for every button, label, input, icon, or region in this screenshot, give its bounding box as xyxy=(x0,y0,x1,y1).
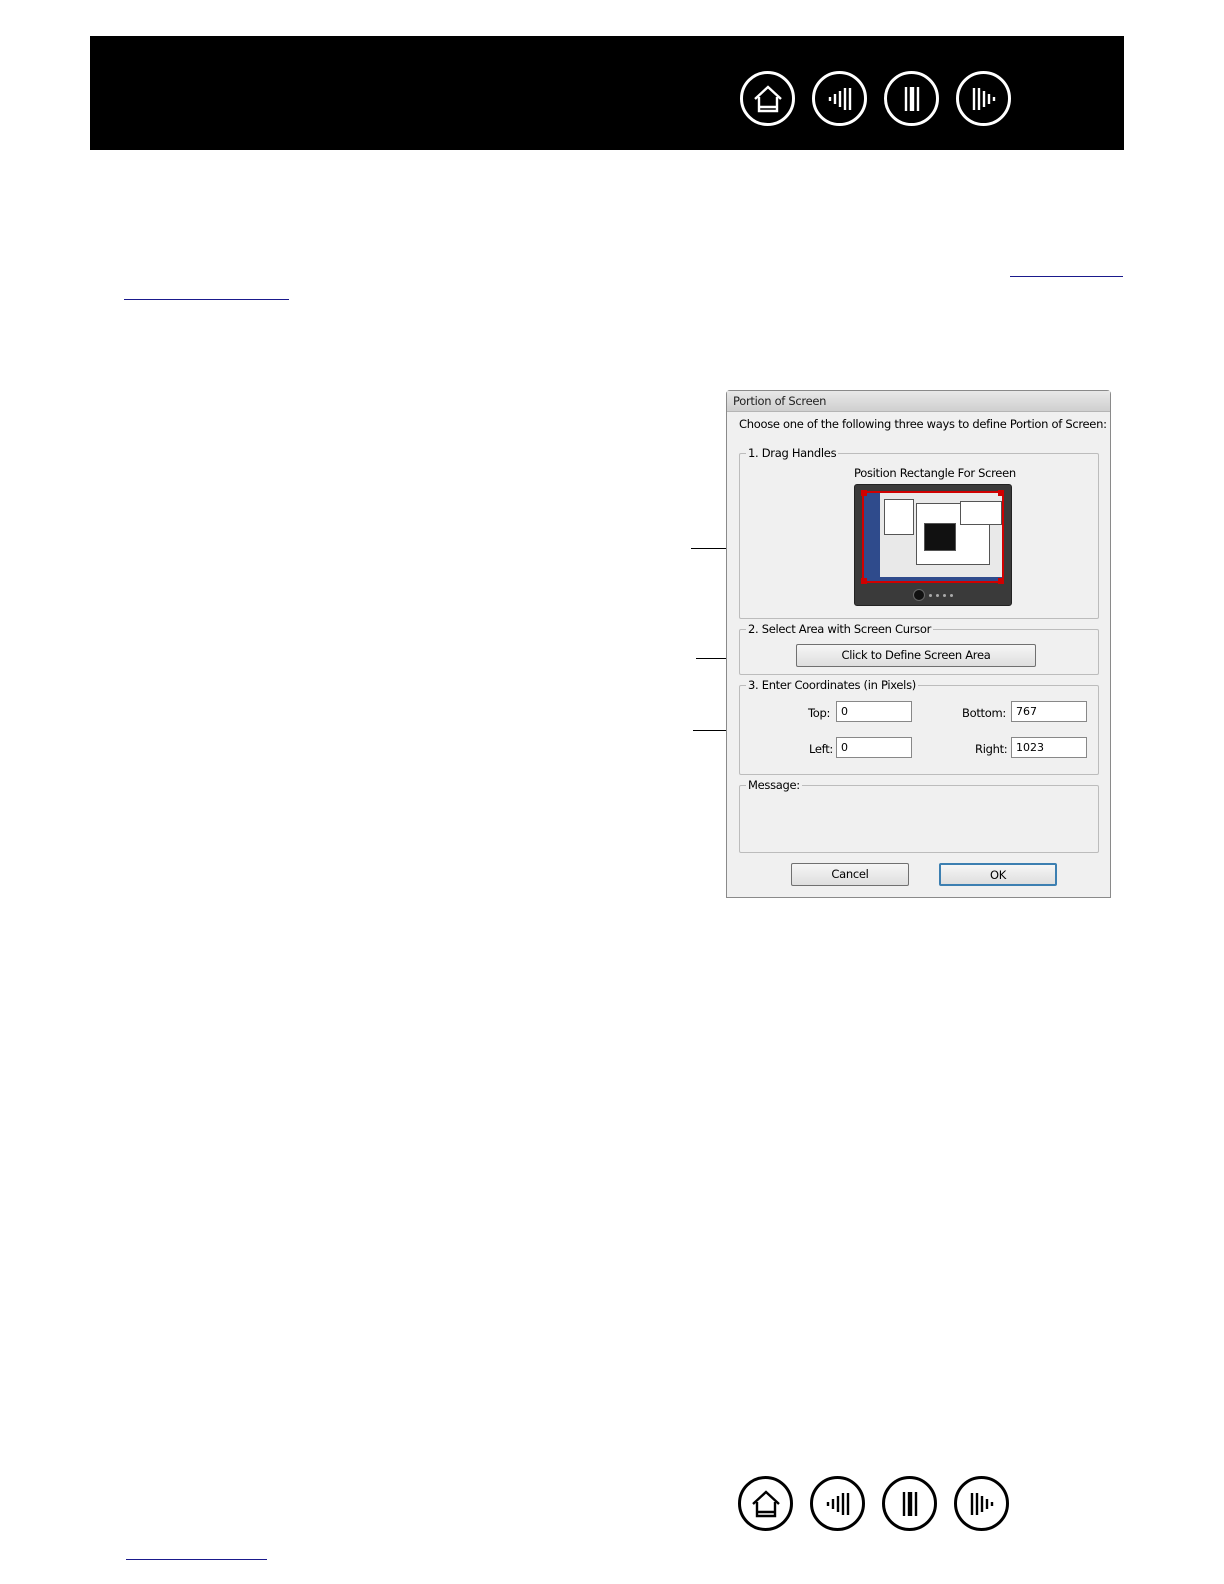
preview-taskbar xyxy=(864,577,1002,581)
left-label: Left: xyxy=(809,742,834,756)
home-icon[interactable] xyxy=(738,1476,793,1531)
corner-handle[interactable] xyxy=(861,490,867,496)
message-group: Message: xyxy=(739,778,1099,853)
monitor-dot xyxy=(943,593,946,597)
forward-icon[interactable] xyxy=(954,1476,1009,1531)
monitor-buttons xyxy=(913,589,953,601)
monitor-dot xyxy=(936,593,939,597)
home-icon[interactable] xyxy=(740,71,795,126)
drag-handles-label: 1. Drag Handles xyxy=(746,446,839,460)
dialog-intro: Choose one of the following three ways t… xyxy=(739,417,1107,431)
bottom-nav xyxy=(738,1476,1009,1531)
preview-sidebar xyxy=(864,493,880,581)
preview-window xyxy=(924,523,956,551)
position-rectangle-caption: Position Rectangle For Screen xyxy=(854,466,1016,480)
monitor-preview xyxy=(854,484,1012,606)
preview-window xyxy=(960,501,1002,525)
corner-handle[interactable] xyxy=(998,490,1004,496)
footer-link-underline[interactable] xyxy=(126,1559,267,1560)
index-icon[interactable] xyxy=(882,1476,937,1531)
define-screen-area-button[interactable]: Click to Define Screen Area xyxy=(796,644,1036,667)
preview-window xyxy=(884,499,914,535)
coordinates-group: 3. Enter Coordinates (in Pixels) Top: Bo… xyxy=(739,678,1099,775)
ok-button[interactable]: OK xyxy=(939,863,1057,886)
top-input[interactable] xyxy=(836,701,912,722)
monitor-dot xyxy=(929,593,932,597)
screen-rectangle[interactable] xyxy=(862,491,1004,583)
index-icon[interactable] xyxy=(884,71,939,126)
coordinates-label: 3. Enter Coordinates (in Pixels) xyxy=(746,678,918,692)
cancel-button[interactable]: Cancel xyxy=(791,863,909,886)
hyperlink-underline[interactable] xyxy=(1010,276,1123,277)
right-label: Right: xyxy=(975,742,1008,756)
monitor-dot xyxy=(950,593,953,597)
select-area-group: 2. Select Area with Screen Cursor Click … xyxy=(739,622,1099,675)
contents-icon[interactable] xyxy=(810,1476,865,1531)
top-label: Top: xyxy=(808,706,831,720)
top-nav xyxy=(740,71,1011,126)
left-input[interactable] xyxy=(836,737,912,758)
corner-handle[interactable] xyxy=(998,578,1004,584)
drag-handles-group: 1. Drag Handles Position Rectangle For S… xyxy=(739,446,1099,619)
select-area-label: 2. Select Area with Screen Cursor xyxy=(746,622,934,636)
right-input[interactable] xyxy=(1011,737,1087,758)
bottom-input[interactable] xyxy=(1011,701,1087,722)
corner-handle[interactable] xyxy=(861,578,867,584)
forward-icon[interactable] xyxy=(956,71,1011,126)
hyperlink-underline[interactable] xyxy=(124,299,289,300)
portion-of-screen-dialog: Portion of Screen Choose one of the foll… xyxy=(726,390,1111,898)
bottom-label: Bottom: xyxy=(962,706,1006,720)
contents-icon[interactable] xyxy=(812,71,867,126)
message-label: Message: xyxy=(746,778,802,792)
dialog-title: Portion of Screen xyxy=(727,391,1110,412)
power-button-icon xyxy=(913,589,925,601)
